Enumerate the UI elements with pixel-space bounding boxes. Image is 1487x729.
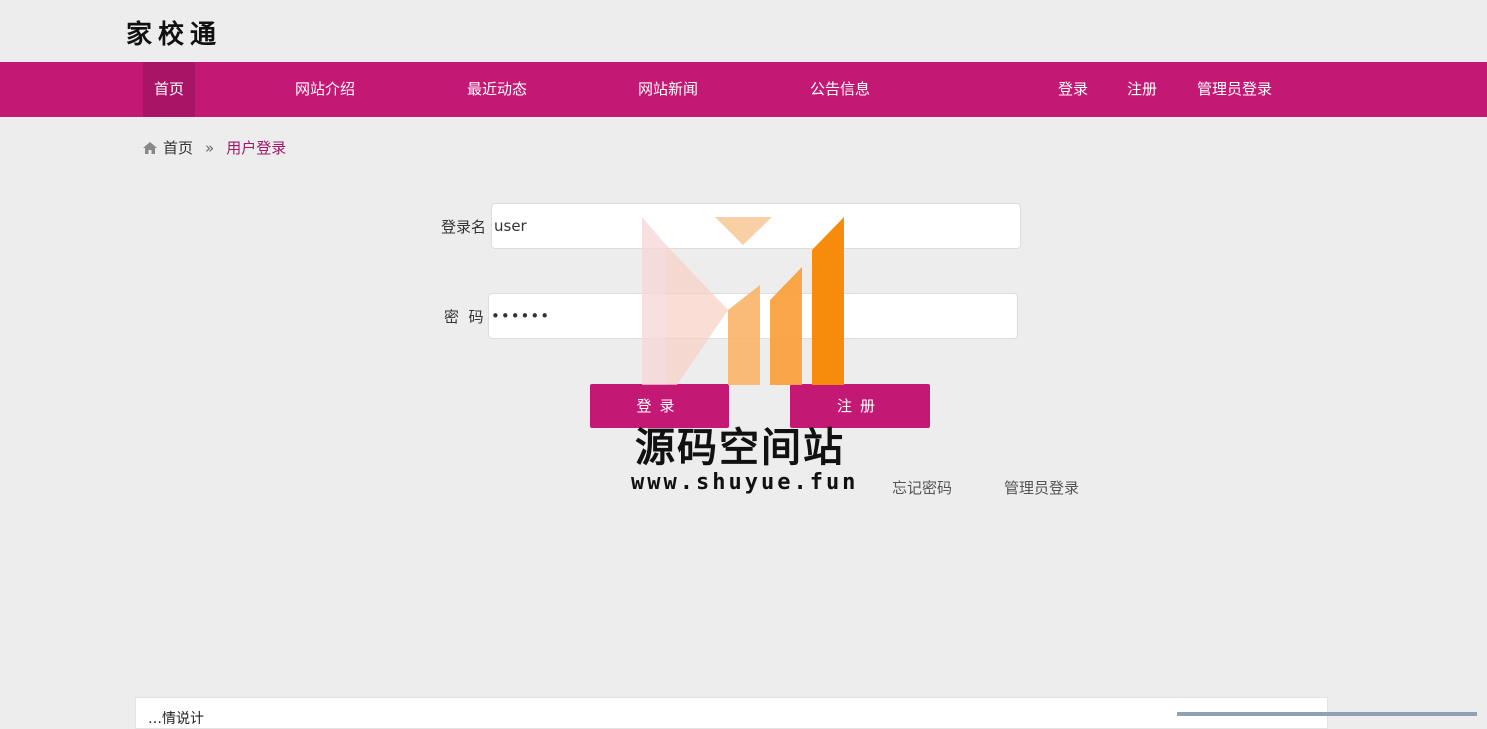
nav-item-notice[interactable]: 公告信息 (799, 62, 881, 117)
watermark-url: www.shuyue.fun (631, 470, 859, 495)
nav-item-register[interactable]: 注册 (1117, 62, 1167, 117)
admin-login-link[interactable]: 管理员登录 (1004, 477, 1079, 498)
breadcrumb: 首页 » 用户登录 (143, 137, 286, 158)
nav-item-recent[interactable]: 最近动态 (456, 62, 538, 117)
nav-item-login[interactable]: 登录 (1048, 62, 1098, 117)
site-title: 家校通 (126, 20, 223, 50)
nav-item-news[interactable]: 网站新闻 (627, 62, 709, 117)
password-input[interactable] (488, 293, 1018, 339)
nav-item-home[interactable]: 首页 (143, 62, 195, 117)
forgot-password-link[interactable]: 忘记密码 (892, 477, 952, 498)
main-nav: 首页 网站介绍 最近动态 网站新闻 公告信息 登录 注册 管理员登录 (0, 62, 1487, 117)
nav-item-admin-login[interactable]: 管理员登录 (1186, 62, 1283, 117)
bottom-panel-text: …情说计 (148, 711, 204, 727)
breadcrumb-current: 用户登录 (226, 139, 287, 157)
username-input[interactable] (491, 203, 1021, 249)
nav-item-about[interactable]: 网站介绍 (284, 62, 366, 117)
home-icon (143, 140, 157, 154)
breadcrumb-home[interactable]: 首页 (163, 139, 193, 157)
username-label: 登录名 (441, 218, 487, 236)
header: 家校通 (0, 0, 1487, 62)
password-label: 密 码 (444, 308, 484, 326)
watermark-title: 源码空间站 (635, 425, 845, 471)
breadcrumb-separator: » (205, 139, 215, 157)
bottom-panel: …情说计 (135, 697, 1328, 729)
bottom-strip (1177, 712, 1477, 716)
